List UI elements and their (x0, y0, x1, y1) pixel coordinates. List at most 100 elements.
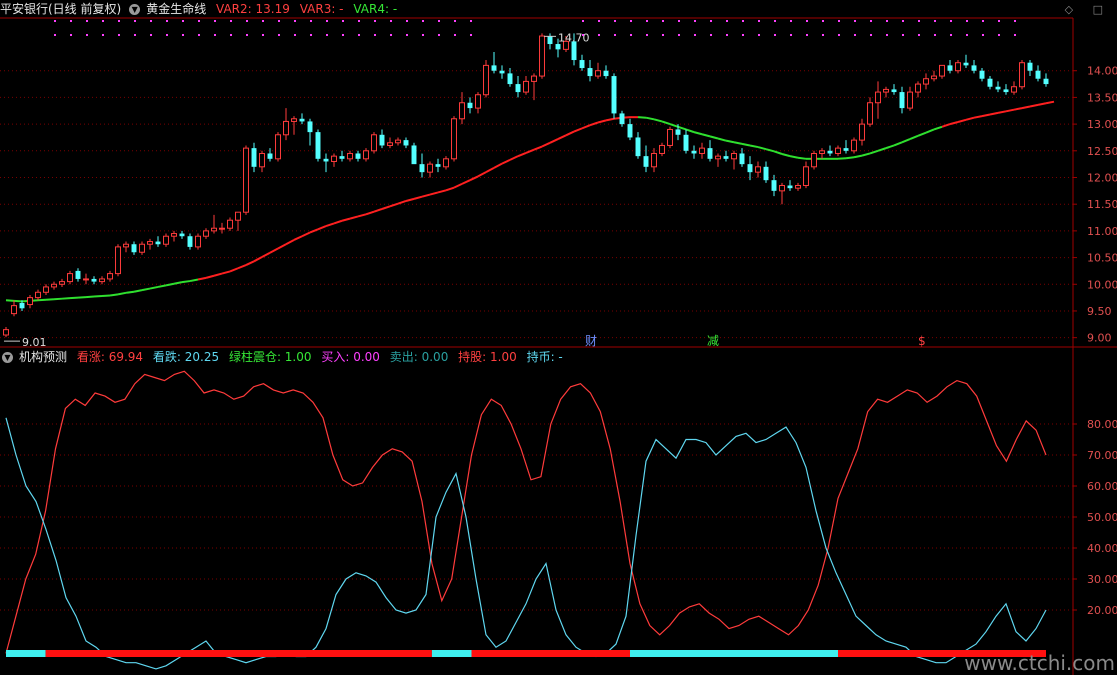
signal-dot (278, 34, 280, 36)
signal-dot (454, 34, 456, 36)
lifeline-segment (701, 133, 711, 138)
signal-dot (166, 34, 168, 36)
candle-body (107, 273, 113, 280)
lifeline-segment (573, 127, 583, 133)
lifeline-segment (741, 142, 751, 147)
candle-body (235, 211, 241, 221)
lifeline-segment (693, 131, 703, 136)
signal-dot (54, 34, 56, 36)
candle-body (835, 147, 841, 154)
signal-dot (342, 34, 344, 36)
candle-body (635, 137, 641, 157)
lifeline-segment (645, 116, 655, 121)
signal-dot (726, 34, 728, 36)
candle-body (155, 241, 161, 245)
signal-dot (646, 20, 648, 22)
signal-dot (70, 34, 72, 36)
kandie-value: 看跌: 20.25 (152, 350, 220, 364)
lifeline-segment (117, 291, 127, 296)
signal-dot (374, 20, 376, 22)
lifeline-segment (237, 264, 247, 270)
lifeline-segment (517, 152, 527, 158)
lifeline-segment (125, 290, 135, 294)
chibi-value: 持币: - (526, 350, 563, 364)
y-tick-label: 60.00 (1087, 480, 1117, 493)
lifeline-segment (61, 297, 71, 300)
signal-dot (358, 34, 360, 36)
candle-body (363, 150, 369, 160)
candle-body (243, 147, 249, 213)
window-controls[interactable]: ◇ □ (1065, 3, 1111, 16)
lifeline-segment (453, 182, 463, 189)
lifeline-segment (589, 121, 599, 127)
candle-body (547, 36, 553, 45)
signal-dot (870, 34, 872, 36)
candle-body (251, 148, 257, 167)
candle-body (627, 124, 633, 138)
candle-body (1011, 86, 1017, 93)
lifeline-segment (245, 260, 255, 266)
state-bar-segment (6, 650, 46, 657)
bottom-panel-header: ▼ 机构预测 看涨: 69.94 看跌: 20.25 绿柱震仓: 1.00 买入:… (0, 348, 569, 366)
lifeline-segment (749, 144, 759, 149)
lifeline-segment (317, 225, 327, 231)
lifeline-segment (285, 239, 295, 246)
candle-body (347, 152, 353, 160)
candle-body (147, 241, 153, 245)
lifeline-segment (261, 251, 271, 258)
signal-dot (902, 20, 904, 22)
y-tick-label: 9.50 (1087, 305, 1112, 318)
y-tick-label: 11.00 (1087, 225, 1117, 238)
signal-dot (758, 20, 760, 22)
candle-body (907, 91, 913, 109)
marker-cai: 财 (585, 334, 597, 348)
lifeline-segment (1029, 103, 1039, 108)
lifeline-segment (133, 289, 143, 293)
candle-body (171, 233, 177, 237)
lifeline-segment (485, 167, 495, 174)
candle-body (51, 283, 57, 288)
candle-body (491, 65, 497, 71)
state-bar-segment (45, 650, 432, 657)
candle-body (307, 121, 313, 133)
lifeline-segment (365, 210, 375, 216)
candle-body (483, 64, 489, 96)
lifeline-segment (549, 138, 559, 144)
candle-body (379, 134, 385, 146)
signal-dot (326, 20, 328, 22)
lifeline-segment (685, 128, 695, 134)
signal-dot (982, 34, 984, 36)
candle-body (947, 65, 953, 71)
candle-body (995, 86, 1001, 90)
signal-dot (966, 20, 968, 22)
bottom-indicator-menu-icon[interactable]: ▼ (2, 352, 13, 363)
candle-body (899, 92, 905, 109)
signal-dot (902, 34, 904, 36)
bottom-indicator-name[interactable]: 机构预测 (19, 350, 67, 364)
signal-dot (854, 20, 856, 22)
signal-dot (918, 20, 920, 22)
signal-dot (86, 34, 88, 36)
series-line (5, 417, 1047, 670)
lifeline-segment (989, 111, 999, 116)
lifeline-segment (373, 208, 383, 213)
stock-title[interactable]: 平安银行(日线 前复权) (0, 2, 121, 16)
candle-body (371, 134, 377, 152)
signal-dot (998, 20, 1000, 22)
top-indicator-name[interactable]: 黄金生命线 (146, 2, 206, 16)
signal-dot (150, 34, 152, 36)
indicator-menu-icon[interactable]: ▼ (129, 4, 141, 15)
state-bar-segment (630, 650, 838, 657)
candle-body (755, 166, 761, 173)
signal-dot (214, 34, 216, 36)
candle-body (691, 150, 697, 154)
lifeline-segment (933, 125, 943, 131)
lifeline-segment (397, 200, 407, 205)
lifeline-segment (1021, 105, 1031, 110)
signal-dot (822, 34, 824, 36)
lifeline-segment (789, 155, 799, 159)
candle-body (227, 219, 233, 229)
candle-body (731, 152, 737, 160)
lifeline-segment (925, 128, 935, 134)
signal-dot (182, 20, 184, 22)
